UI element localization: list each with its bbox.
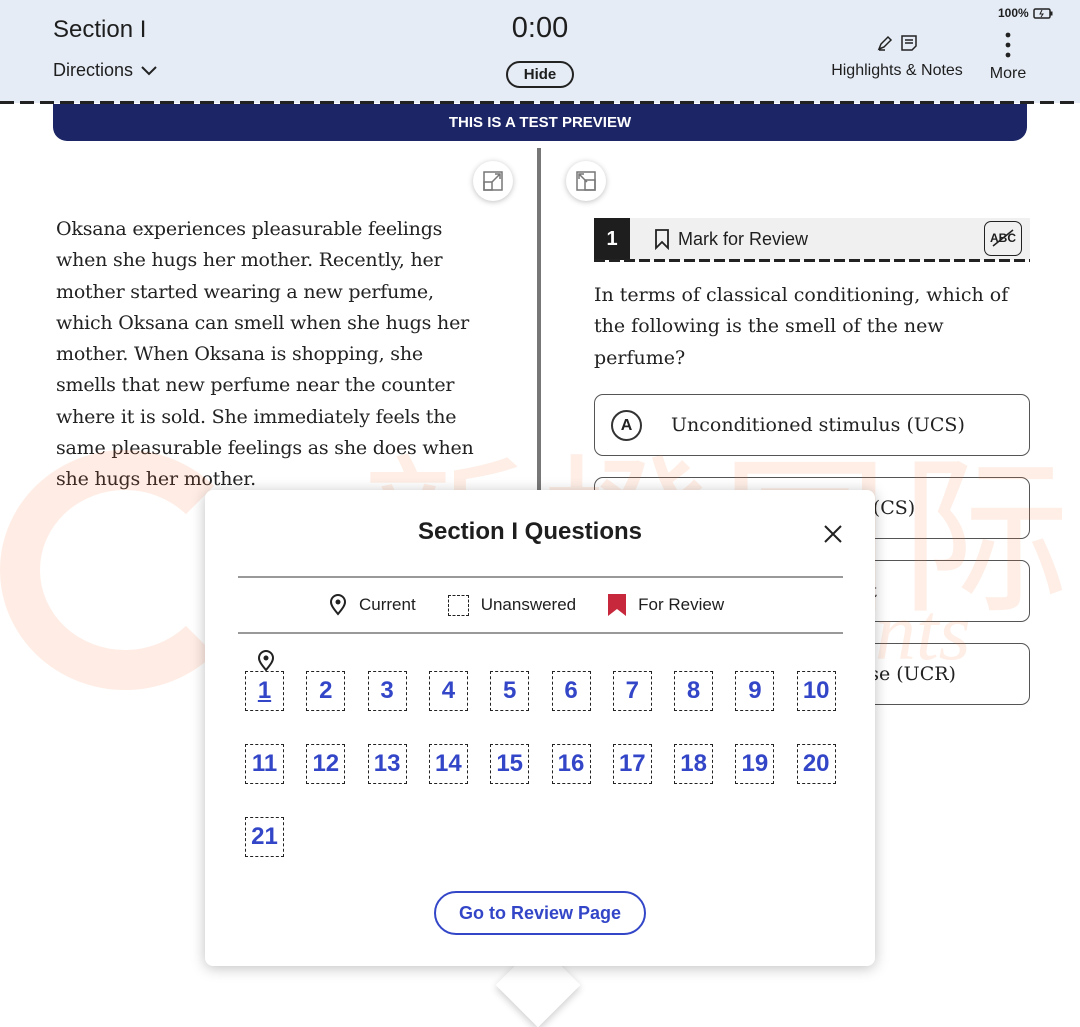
question-nav-11[interactable]: 11 (245, 744, 284, 784)
collapse-icon (576, 171, 596, 191)
popup-legend: Current Unanswered For Review (329, 594, 724, 616)
directions-label: Directions (53, 60, 134, 80)
highlights-notes-button[interactable]: Highlights & Notes (826, 34, 968, 80)
more-vertical-icon (1005, 32, 1011, 58)
question-nav-17[interactable]: 17 (612, 744, 652, 784)
more-label: More (989, 65, 1027, 82)
timer: 0:00 (511, 12, 569, 44)
chevron-down-icon (141, 65, 157, 75)
question-nav-16[interactable]: 16 (551, 744, 591, 784)
legend-review: For Review (638, 595, 725, 614)
popup-title: Section I Questions (417, 518, 643, 545)
directions-toggle[interactable]: Directions (53, 60, 157, 81)
expand-icon (483, 171, 503, 191)
test-preview-banner: THIS IS A TEST PREVIEW (53, 104, 1027, 141)
question-nav-14[interactable]: 14 (428, 744, 468, 784)
battery-icon (1032, 7, 1053, 19)
question-divider (594, 259, 1030, 262)
bookmark-icon (655, 229, 669, 250)
question-nav-15[interactable]: 15 (490, 744, 530, 784)
question-stem: In terms of classical conditioning, whic… (594, 284, 1009, 369)
question-nav-19[interactable]: 19 (735, 744, 775, 784)
answer-eliminator-button[interactable]: ABC (984, 221, 1022, 256)
go-to-review-page-button[interactable]: Go to Review Page (434, 891, 646, 935)
expand-right-button[interactable] (566, 161, 606, 201)
popup-divider (238, 632, 843, 634)
question-nav-12[interactable]: 12 (306, 744, 346, 784)
section-title: Section I (53, 16, 147, 43)
hide-timer-button[interactable]: Hide (506, 61, 574, 88)
question-nav-18[interactable]: 18 (674, 744, 714, 784)
legend-unanswered: Unanswered (480, 595, 577, 614)
top-bar: Section I Directions 0:00 Hide 100% High… (0, 0, 1080, 103)
highlighter-icon (877, 35, 893, 51)
question-navigator-popup: Section I Questions Current Unanswered F… (205, 490, 875, 966)
option-text: Unconditioned stimulus (UCS) (671, 414, 965, 436)
location-pin-icon (329, 594, 347, 616)
passage-text: Oksana experiences pleasurable feelings … (56, 218, 474, 491)
review-flag-icon (608, 594, 627, 616)
question-nav-13[interactable]: 13 (367, 744, 407, 784)
question-nav-4[interactable]: 4 (428, 671, 468, 711)
current-location-pin-icon (257, 650, 275, 672)
question-nav-6[interactable]: 6 (551, 671, 591, 711)
close-icon[interactable] (823, 524, 843, 544)
question-nav-2[interactable]: 2 (306, 671, 346, 711)
more-button[interactable]: More (984, 32, 1032, 83)
unanswered-icon (447, 594, 469, 616)
legend-current: Current (359, 595, 416, 614)
question-nav-20[interactable]: 20 (796, 744, 836, 784)
strikethrough-icon (992, 229, 1014, 247)
note-icon (901, 35, 917, 51)
popup-divider (238, 576, 843, 578)
question-nav-8[interactable]: 8 (674, 671, 714, 711)
mark-for-review-label: Mark for Review (678, 228, 809, 249)
highlights-notes-label: Highlights & Notes (831, 62, 963, 79)
pane-divider[interactable] (537, 148, 541, 493)
question-nav-3[interactable]: 3 (367, 671, 407, 711)
battery-status: 100% (998, 6, 1053, 20)
question-nav-5[interactable]: 5 (490, 671, 530, 711)
expand-left-button[interactable] (473, 161, 513, 201)
question-nav-21[interactable]: 21 (245, 817, 284, 857)
answer-option-a[interactable]: A Unconditioned stimulus (UCS) (594, 394, 1030, 456)
question-number: 1 (594, 218, 630, 260)
option-letter: A (611, 410, 642, 441)
question-nav-1[interactable]: 1 (245, 671, 284, 711)
battery-percent: 100% (998, 6, 1029, 20)
question-header: 1 Mark for Review ABC (594, 218, 1030, 260)
mark-for-review-button[interactable]: Mark for Review (654, 228, 808, 250)
question-nav-9[interactable]: 9 (735, 671, 775, 711)
question-nav-7[interactable]: 7 (612, 671, 652, 711)
question-nav-10[interactable]: 10 (796, 671, 836, 711)
